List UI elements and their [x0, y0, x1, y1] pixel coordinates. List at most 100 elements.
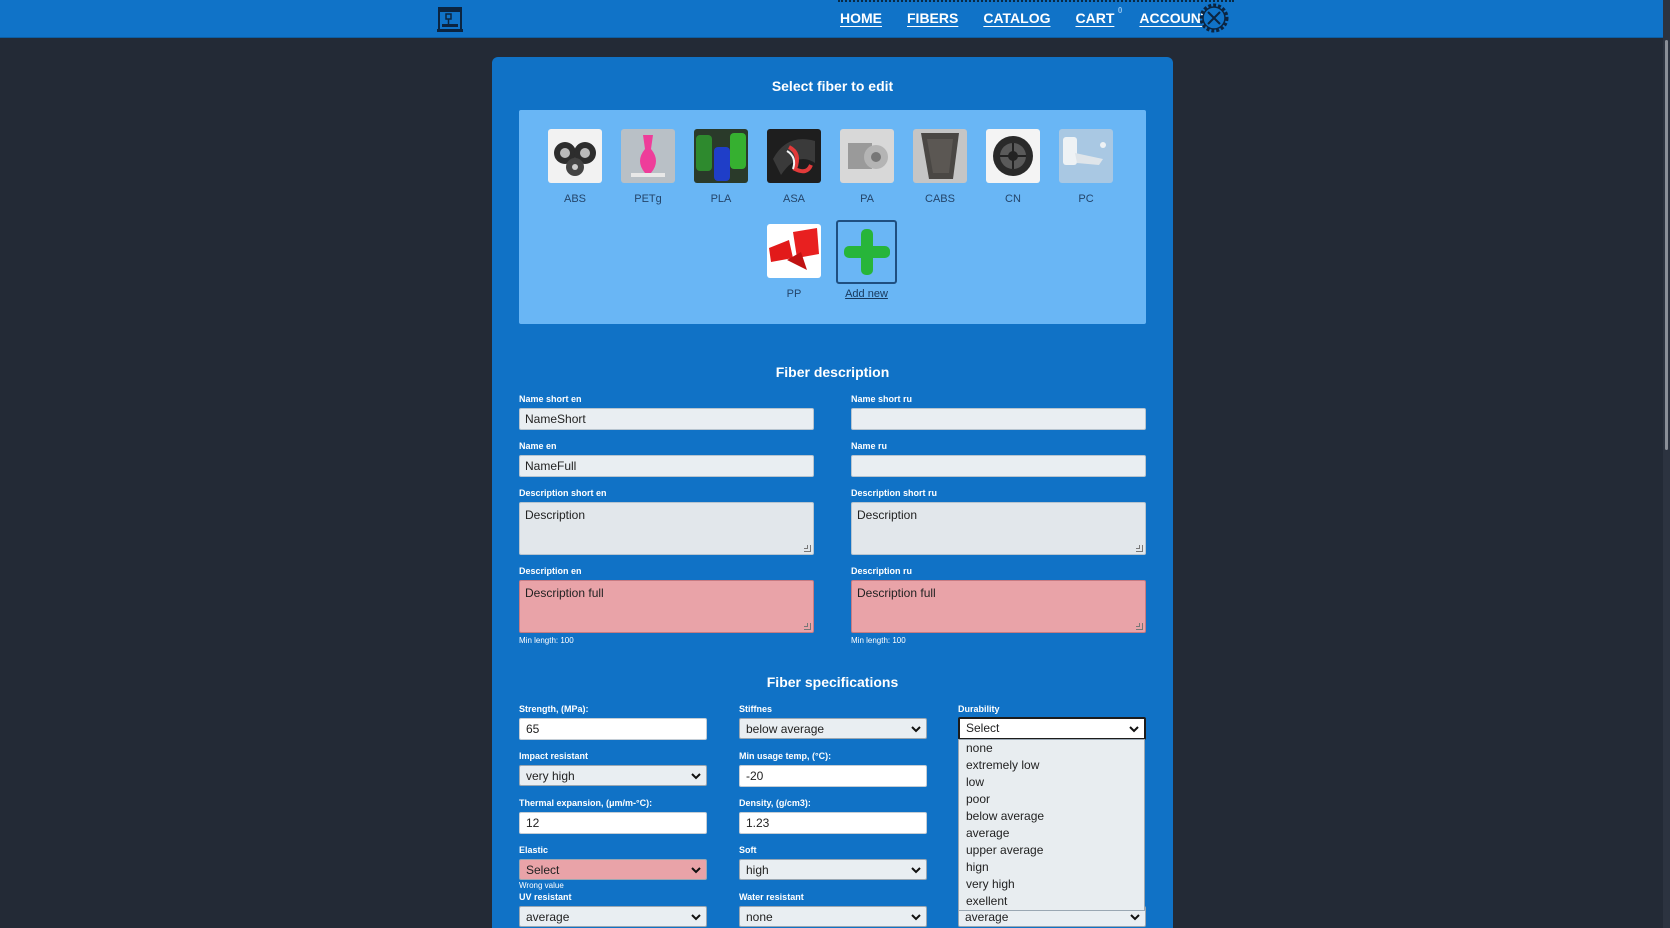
chevron-down-icon — [911, 867, 921, 874]
name-short-en-input[interactable]: NameShort — [519, 408, 814, 430]
durability-option[interactable]: below average — [959, 808, 1144, 825]
resize-grip[interactable] — [804, 623, 811, 630]
uv-label: UV resistant — [519, 892, 572, 902]
durability-value: Select — [966, 721, 1000, 735]
durability-option[interactable]: extremely low — [959, 757, 1144, 774]
durability-option[interactable]: very high — [959, 876, 1144, 893]
name-short-ru-label: Name short ru — [851, 394, 913, 404]
cart-count-badge: 0 — [1117, 6, 1123, 15]
resize-grip[interactable] — [1136, 545, 1143, 552]
resize-grip[interactable] — [1136, 623, 1143, 630]
durability-option[interactable]: none — [959, 740, 1144, 757]
stiffnes-label: Stiffnes — [739, 704, 773, 714]
strength-label: Strength, (MPa): — [519, 704, 589, 714]
fiber-label: PA — [860, 193, 874, 205]
select-fiber-title: Select fiber to edit — [771, 78, 894, 94]
fiber-label: CN — [1005, 193, 1021, 205]
elastic-value: Select — [526, 863, 560, 877]
desc-short-en-textarea[interactable]: Description — [519, 502, 814, 555]
scrollbar-thumb[interactable] — [1665, 40, 1668, 450]
resize-grip[interactable] — [804, 545, 811, 552]
fiber-item-pla[interactable]: PLA — [693, 129, 749, 205]
pla-spools-thumbnail — [694, 129, 748, 183]
close-gear-icon[interactable] — [1197, 1, 1231, 35]
nav-home[interactable]: HOME — [840, 10, 882, 26]
uv-value: average — [526, 910, 570, 924]
soft-select[interactable]: high — [739, 859, 927, 880]
thermal-input[interactable]: 12 — [519, 812, 707, 834]
durability-option[interactable]: poor — [959, 791, 1144, 808]
fiber-item-cn[interactable]: CN — [985, 129, 1041, 205]
add-new-link[interactable]: Add new — [833, 288, 900, 300]
third-column-value: average — [965, 910, 1009, 924]
soft-value: high — [746, 863, 769, 877]
name-en-label: Name en — [519, 441, 557, 451]
durability-option[interactable]: hign — [959, 859, 1144, 876]
min-temp-input[interactable]: -20 — [739, 765, 927, 787]
add-fiber-box — [836, 220, 897, 284]
fiber-label: PETg — [634, 193, 662, 205]
fiber-item-cabs[interactable]: CABS — [912, 129, 968, 205]
desc-ru-textarea[interactable]: Description full — [851, 580, 1146, 633]
fiber-label: PLA — [710, 193, 732, 205]
fiber-item-abs[interactable]: ABS — [547, 129, 603, 205]
uv-select[interactable]: average — [519, 906, 707, 927]
petg-vase-thumbnail — [621, 129, 675, 183]
fiber-grid: ABS PETg PLA ASA PA CABS CN PC PP Add ne… — [519, 110, 1146, 324]
printer-logo-icon[interactable] — [436, 5, 464, 33]
nav-cart[interactable]: CART 0 — [1075, 6, 1122, 26]
chevron-down-icon — [911, 726, 921, 733]
impact-label: Impact resistant — [519, 751, 589, 761]
desc-ru-label: Description ru — [851, 566, 913, 576]
chevron-down-icon — [1130, 914, 1140, 921]
fiber-specifications-title: Fiber specifications — [766, 674, 899, 690]
durability-select[interactable]: Select — [958, 717, 1146, 740]
durability-option[interactable]: upper average — [959, 842, 1144, 859]
add-new-fiber-button[interactable]: Add new — [833, 220, 900, 300]
name-short-ru-input[interactable] — [851, 408, 1146, 430]
fiber-label: CABS — [925, 193, 955, 205]
focus-outline — [838, 0, 1234, 2]
stiffnes-select[interactable]: below average — [739, 718, 927, 739]
nav-cart-label: CART — [1075, 10, 1115, 26]
cn-wheel-thumbnail — [986, 129, 1040, 183]
desc-short-ru-value: Description — [857, 508, 918, 522]
thermal-label: Thermal expansion, (μm/m-°C): — [519, 798, 653, 808]
asa-part-thumbnail — [767, 129, 821, 183]
strength-input[interactable]: 65 — [519, 718, 707, 740]
nav-catalog[interactable]: CATALOG — [983, 10, 1050, 26]
soft-label: Soft — [739, 845, 757, 855]
density-label: Density, (g/cm3): — [739, 798, 811, 808]
pp-part-thumbnail — [767, 224, 821, 278]
plus-icon — [843, 229, 890, 275]
elastic-label: Elastic — [519, 845, 549, 855]
water-select[interactable]: none — [739, 906, 927, 927]
desc-short-ru-textarea[interactable]: Description — [851, 502, 1146, 555]
durability-option[interactable]: low — [959, 774, 1144, 791]
fiber-label: PP — [786, 288, 802, 300]
fiber-item-pa[interactable]: PA — [839, 129, 895, 205]
chevron-down-icon — [691, 867, 701, 874]
fiber-label: PC — [1078, 193, 1094, 205]
abs-gears-thumbnail — [548, 129, 602, 183]
nav-links: HOME FIBERS CATALOG CART 0 ACCOUNT — [840, 6, 1234, 26]
desc-en-textarea[interactable]: Description full — [519, 580, 814, 633]
chevron-down-icon — [911, 914, 921, 921]
desc-en-label: Description en — [519, 566, 582, 576]
impact-value: very high — [526, 769, 575, 783]
name-en-input[interactable]: NameFull — [519, 455, 814, 477]
stiffnes-value: below average — [746, 722, 825, 736]
fiber-item-asa[interactable]: ASA — [766, 129, 822, 205]
durability-option[interactable]: average — [959, 825, 1144, 842]
nav-fibers[interactable]: FIBERS — [907, 10, 958, 26]
elastic-select[interactable]: Select — [519, 859, 707, 880]
density-input[interactable]: 1.23 — [739, 812, 927, 834]
fiber-item-pp[interactable]: PP — [766, 224, 822, 300]
pc-part-thumbnail — [1059, 129, 1113, 183]
impact-select[interactable]: very high — [519, 765, 707, 786]
name-ru-input[interactable] — [851, 455, 1146, 477]
fiber-item-pc[interactable]: PC — [1058, 129, 1114, 205]
durability-option[interactable]: exellent — [959, 893, 1144, 910]
fiber-item-petg[interactable]: PETg — [620, 129, 676, 205]
desc-en-value: Description full — [525, 586, 604, 600]
